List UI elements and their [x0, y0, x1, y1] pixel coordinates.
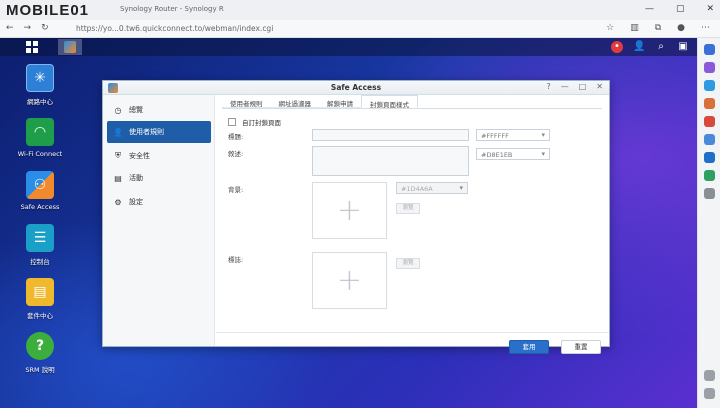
taskbar-right-icons: • 👤 ⌕ ▣ [611, 41, 689, 53]
tab-url-filter[interactable]: 網址過濾器 [270, 95, 319, 108]
control-panel-icon: ☰ [26, 224, 54, 252]
browser-toolbar-icons: ☆ ▥ ⧉ ● ⋯ [606, 23, 710, 33]
checkbox-box[interactable] [228, 118, 236, 126]
sidebar-item-user-rules[interactable]: 👤 使用者規則 [107, 121, 211, 143]
logo-browse-button[interactable]: 瀏覽 [396, 258, 420, 269]
plus-icon: + [336, 193, 363, 228]
desktop-icon-safe-access[interactable]: ⚇ Safe Access [10, 171, 70, 211]
layout-icon[interactable] [704, 370, 715, 381]
title-color-select[interactable]: #FFFFFF [476, 129, 550, 141]
help-button[interactable]: ? [546, 82, 550, 91]
browser-sidebar [697, 38, 720, 408]
browser-tab-title[interactable]: Synology Router - Synology R [120, 5, 224, 13]
maximize-button[interactable]: □ [579, 82, 587, 91]
office-icon[interactable] [704, 116, 715, 127]
window-title: Safe Access [330, 83, 382, 92]
forward-icon[interactable]: → [24, 23, 32, 33]
srm-taskbar: • 👤 ⌕ ▣ [0, 38, 697, 56]
url-field[interactable]: https://yo...0.tw6.quickconnect.to/webma… [76, 24, 273, 33]
sidebar-item-settings[interactable]: ⚙ 設定 [107, 191, 211, 213]
tab-block-page-style[interactable]: 封鎖頁面樣式 [361, 95, 418, 109]
window-sidebar: ◷ 總覽 👤 使用者規則 ⛨ 安全性 ▤ 活動 ⚙ 設定 [103, 95, 215, 346]
tag-icon[interactable] [704, 80, 715, 91]
footer-divider [216, 332, 609, 333]
overview-icon: ◷ [114, 105, 122, 115]
add-icon[interactable] [704, 188, 715, 199]
games-icon[interactable] [704, 134, 715, 145]
maximize-button[interactable]: ▢ [676, 4, 685, 14]
split-icon[interactable]: ▥ [630, 23, 639, 33]
notification-icon[interactable]: • [611, 41, 623, 53]
plus-icon: + [336, 263, 363, 298]
safe-access-window: Safe Access ? — □ ✕ ◷ 總覽 👤 使用者規則 ⛨ 安全性 ▤… [102, 80, 610, 354]
network-center-icon: ✳ [26, 64, 54, 92]
sidebar-item-security[interactable]: ⛨ 安全性 [107, 145, 211, 167]
background-image-upload[interactable]: + [312, 182, 387, 239]
custom-block-page-checkbox[interactable]: 自訂封鎖頁面 [228, 117, 281, 127]
main-menu-icon[interactable] [26, 41, 38, 53]
logo-image-upload[interactable]: + [312, 252, 387, 309]
outlook-icon[interactable] [704, 152, 715, 163]
user-icon: 👤 [113, 127, 123, 137]
widgets-icon[interactable]: ▣ [677, 41, 689, 53]
tab-divider [222, 108, 602, 109]
close-button[interactable]: ✕ [706, 4, 714, 14]
title-input[interactable] [312, 129, 469, 141]
description-color-select[interactable]: #D8E1EB [476, 148, 550, 160]
search-icon[interactable]: ⌕ [655, 41, 667, 53]
taskbar-safe-access-button[interactable] [58, 39, 82, 55]
back-icon[interactable]: ← [6, 23, 14, 33]
watermark-logo: MOBILE01 [6, 2, 90, 19]
sidebar-item-activity[interactable]: ▤ 活動 [107, 167, 211, 189]
background-browse-button[interactable]: 瀏覽 [396, 203, 420, 214]
safe-access-icon: ⚇ [26, 171, 54, 199]
reset-button[interactable]: 重置 [561, 340, 601, 354]
minimize-button[interactable]: — [645, 4, 654, 14]
settings-icon[interactable] [704, 388, 715, 399]
description-label: 敘述: [228, 150, 244, 158]
collections-icon[interactable]: ⧉ [655, 23, 661, 33]
address-bar: ← → ↻ https://yo...0.tw6.quickconnect.to… [0, 20, 720, 38]
tab-user-rules[interactable]: 使用者規則 [222, 95, 271, 108]
tab-bar: 使用者規則 網址過濾器 解鎖申請 封鎖頁面樣式 [222, 95, 418, 109]
window-controls: — ▢ ✕ [645, 4, 714, 14]
window-header: Safe Access ? — □ ✕ [103, 81, 609, 95]
background-label: 背景: [228, 186, 244, 194]
favorites-icon[interactable]: ☆ [606, 23, 614, 33]
sidebar-item-overview[interactable]: ◷ 總覽 [107, 99, 211, 121]
desktop-icon-control-panel[interactable]: ☰ 控制台 [10, 224, 70, 266]
close-button[interactable]: ✕ [596, 82, 603, 91]
help-icon: ? [26, 332, 54, 360]
briefcase-icon[interactable] [704, 98, 715, 109]
search-icon[interactable] [704, 44, 715, 55]
browser-titlebar: MOBILE01 Synology Router - Synology R — … [0, 0, 720, 20]
desktop-icon-package-center[interactable]: ▤ 套件中心 [10, 278, 70, 320]
gear-icon: ⚙ [114, 197, 122, 207]
background-color-select[interactable]: #1D4A6A [396, 182, 468, 194]
desktop-icon-network-center[interactable]: ✳ 網路中心 [10, 64, 70, 106]
logo-label: 標誌: [228, 256, 244, 264]
package-center-icon: ▤ [26, 278, 54, 306]
desktop-icon-wifi-connect[interactable]: ◠ Wi-Fi Connect [10, 118, 70, 158]
title-label: 標題: [228, 133, 244, 141]
user-icon[interactable]: 👤 [633, 41, 645, 53]
desktop-icon-srm-help[interactable]: ? SRM 說明 [10, 332, 70, 374]
more-icon[interactable]: ⋯ [701, 23, 710, 33]
window-controls: ? — □ ✕ [546, 82, 603, 91]
nav-buttons: ← → ↻ [6, 23, 49, 33]
minimize-button[interactable]: — [561, 82, 569, 91]
shield-icon: ⛨ [115, 151, 121, 160]
profile-icon[interactable]: ● [677, 23, 685, 33]
tab-unblock-request[interactable]: 解鎖申請 [319, 95, 361, 108]
activity-icon: ▤ [114, 173, 122, 183]
tree-icon[interactable] [704, 170, 715, 181]
copilot-icon[interactable] [704, 62, 715, 73]
safe-access-icon [64, 41, 76, 53]
description-input[interactable] [312, 146, 469, 176]
window-main: 使用者規則 網址過濾器 解鎖申請 封鎖頁面樣式 自訂封鎖頁面 標題: #FFFF… [216, 95, 609, 354]
refresh-icon[interactable]: ↻ [41, 23, 49, 33]
apply-button[interactable]: 套用 [509, 340, 549, 354]
wifi-icon: ◠ [26, 118, 54, 146]
